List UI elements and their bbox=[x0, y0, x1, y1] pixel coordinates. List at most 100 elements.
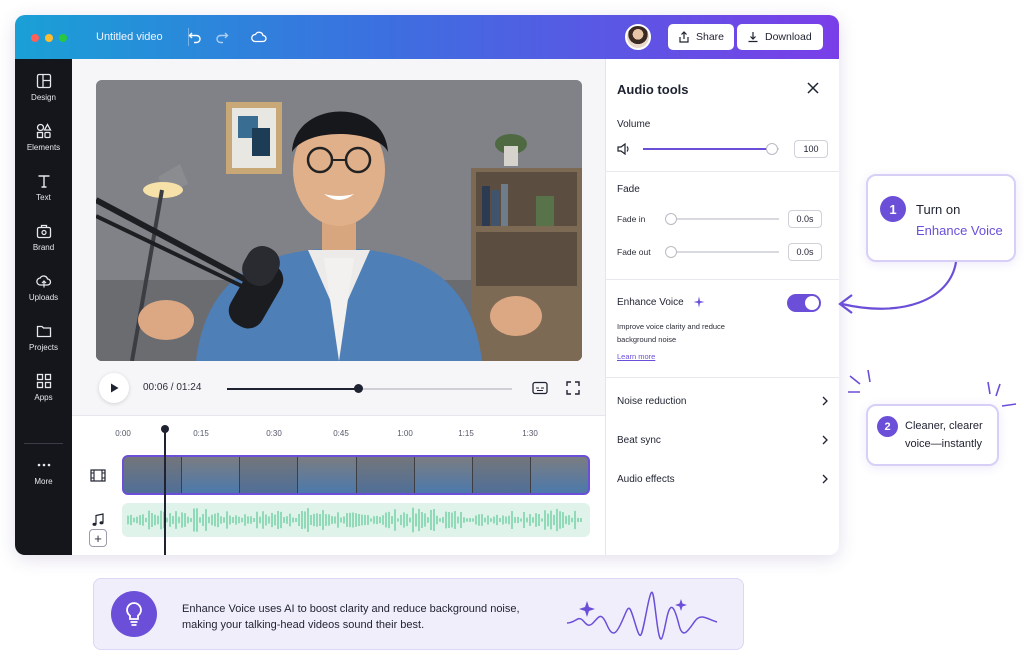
step-badge: 1 bbox=[880, 196, 906, 222]
arrow-to-toggle bbox=[838, 261, 958, 314]
scrubber-handle[interactable] bbox=[354, 384, 364, 393]
sidebar-item-apps[interactable]: Apps bbox=[15, 373, 72, 417]
learn-more-link[interactable]: Learn more bbox=[617, 352, 655, 361]
beat-sync-row[interactable]: Beat sync bbox=[617, 430, 829, 450]
noise-reduction-row[interactable]: Noise reduction bbox=[617, 391, 829, 411]
callout-text-line: Cleaner, clearer bbox=[905, 420, 983, 432]
sidebar-item-more[interactable]: More bbox=[15, 457, 72, 501]
chevron-right-icon bbox=[822, 474, 828, 484]
audio-effects-row[interactable]: Audio effects bbox=[617, 469, 829, 489]
enhance-voice-toggle[interactable] bbox=[787, 294, 821, 312]
volume-value-field[interactable]: 100 bbox=[794, 140, 828, 158]
volume-label: Volume bbox=[617, 119, 651, 130]
sparkle-waveform-icon bbox=[567, 591, 718, 640]
undo-icon[interactable] bbox=[186, 28, 204, 46]
divider bbox=[606, 171, 839, 172]
fullscreen-icon[interactable] bbox=[564, 379, 582, 397]
sidebar-item-elements[interactable]: Elements bbox=[15, 123, 72, 167]
share-label: Share bbox=[696, 31, 725, 43]
chevron-right-icon bbox=[822, 396, 828, 406]
upload-cloud-icon bbox=[35, 275, 51, 288]
video-frame-image bbox=[96, 80, 582, 361]
redo-icon[interactable] bbox=[213, 28, 231, 46]
sidebar-divider bbox=[24, 443, 63, 444]
fade-out-value-field[interactable]: 0.0s bbox=[788, 243, 822, 261]
download-label: Download bbox=[765, 31, 812, 43]
timeline: 0:00 0:15 0:30 0:45 1:00 1:15 1:30 + bbox=[72, 415, 605, 555]
window-controls bbox=[31, 34, 67, 42]
tip-text: Enhance Voice uses AI to boost clarity a… bbox=[182, 601, 562, 633]
sidebar-item-label: Text bbox=[36, 193, 51, 202]
timeline-tick: 1:00 bbox=[397, 429, 413, 438]
timeline-tick: 0:00 bbox=[115, 429, 131, 438]
enhance-voice-description: Improve voice clarity and reduce backgro… bbox=[617, 322, 725, 344]
timeline-tick: 0:45 bbox=[333, 429, 349, 438]
close-window-dot[interactable] bbox=[31, 34, 39, 42]
editor-window: Untitled video Share Download Design Ele… bbox=[15, 15, 839, 555]
video-track-clip[interactable] bbox=[122, 455, 590, 495]
download-button[interactable]: Download bbox=[737, 24, 823, 50]
sidebar-item-label: Design bbox=[31, 93, 56, 102]
timecode: 00:06 / 01:24 bbox=[143, 382, 202, 393]
sidebar-item-brand[interactable]: Brand bbox=[15, 223, 72, 267]
fade-label: Fade bbox=[617, 184, 640, 195]
callout-clearer-voice: 2 Cleaner, clearer voice—instantly bbox=[866, 404, 999, 466]
timeline-tick: 0:30 bbox=[266, 429, 282, 438]
enhance-voice-label: Enhance Voice bbox=[617, 297, 684, 308]
project-title[interactable]: Untitled video bbox=[96, 31, 163, 43]
download-icon bbox=[748, 32, 758, 43]
divider bbox=[606, 377, 839, 378]
sidebar-item-label: Apps bbox=[34, 393, 53, 402]
brand-icon bbox=[36, 224, 51, 239]
sparkle-icon bbox=[693, 296, 705, 308]
callout-text-line: Turn on bbox=[916, 202, 961, 217]
scrubber[interactable] bbox=[227, 384, 512, 393]
sidebar: Design Elements Text Brand Uploads Proje… bbox=[15, 59, 72, 555]
playhead[interactable] bbox=[161, 425, 169, 555]
fade-in-value-field[interactable]: 0.0s bbox=[788, 210, 822, 228]
tip-line: making your talking-head videos sound th… bbox=[182, 619, 425, 631]
lightbulb-icon bbox=[111, 591, 157, 637]
share-button[interactable]: Share bbox=[668, 24, 735, 50]
fade-in-slider-handle[interactable] bbox=[665, 213, 677, 225]
sidebar-item-label: More bbox=[34, 477, 53, 486]
playback-controls: 00:06 / 01:24 bbox=[72, 367, 605, 411]
play-button[interactable] bbox=[99, 373, 129, 403]
sidebar-item-text[interactable]: Text bbox=[15, 173, 72, 217]
close-icon[interactable] bbox=[805, 80, 821, 96]
fade-out-slider-handle[interactable] bbox=[665, 246, 677, 258]
play-icon bbox=[111, 383, 119, 393]
video-preview[interactable] bbox=[96, 80, 582, 361]
captions-icon[interactable] bbox=[531, 379, 549, 397]
scrubber-progress bbox=[227, 388, 359, 390]
step-badge: 2 bbox=[877, 416, 898, 437]
minimize-window-dot[interactable] bbox=[45, 34, 53, 42]
layout-icon bbox=[36, 73, 51, 89]
panel-title: Audio tools bbox=[617, 82, 689, 97]
add-track-button[interactable]: + bbox=[89, 529, 107, 547]
audio-track-clip[interactable] bbox=[122, 503, 590, 537]
speaker-icon[interactable] bbox=[617, 143, 631, 155]
audio-waveform bbox=[127, 507, 582, 533]
volume-slider-handle[interactable] bbox=[766, 143, 779, 155]
row-label: Beat sync bbox=[617, 434, 661, 446]
sidebar-item-projects[interactable]: Projects bbox=[15, 323, 72, 367]
tip-banner: Enhance Voice uses AI to boost clarity a… bbox=[93, 578, 744, 650]
row-label: Noise reduction bbox=[617, 395, 687, 407]
cloud-sync-icon[interactable] bbox=[250, 28, 268, 46]
row-label: Audio effects bbox=[617, 473, 675, 485]
more-dots-icon bbox=[37, 463, 50, 467]
fade-in-slider[interactable] bbox=[665, 213, 779, 225]
sidebar-item-design[interactable]: Design bbox=[15, 73, 72, 117]
callout-text-highlight: Enhance Voice bbox=[916, 223, 1003, 238]
shapes-icon bbox=[36, 123, 52, 139]
sidebar-item-uploads[interactable]: Uploads bbox=[15, 273, 72, 317]
share-icon bbox=[679, 31, 689, 43]
user-avatar[interactable] bbox=[625, 24, 651, 50]
fade-in-label: Fade in bbox=[617, 214, 646, 224]
volume-slider[interactable] bbox=[643, 143, 779, 155]
top-bar: Untitled video Share Download bbox=[15, 15, 839, 59]
maximize-window-dot[interactable] bbox=[59, 34, 67, 42]
fade-out-slider[interactable] bbox=[665, 246, 779, 258]
callout-enhance-voice: 1 Turn on Enhance Voice bbox=[866, 174, 1016, 262]
